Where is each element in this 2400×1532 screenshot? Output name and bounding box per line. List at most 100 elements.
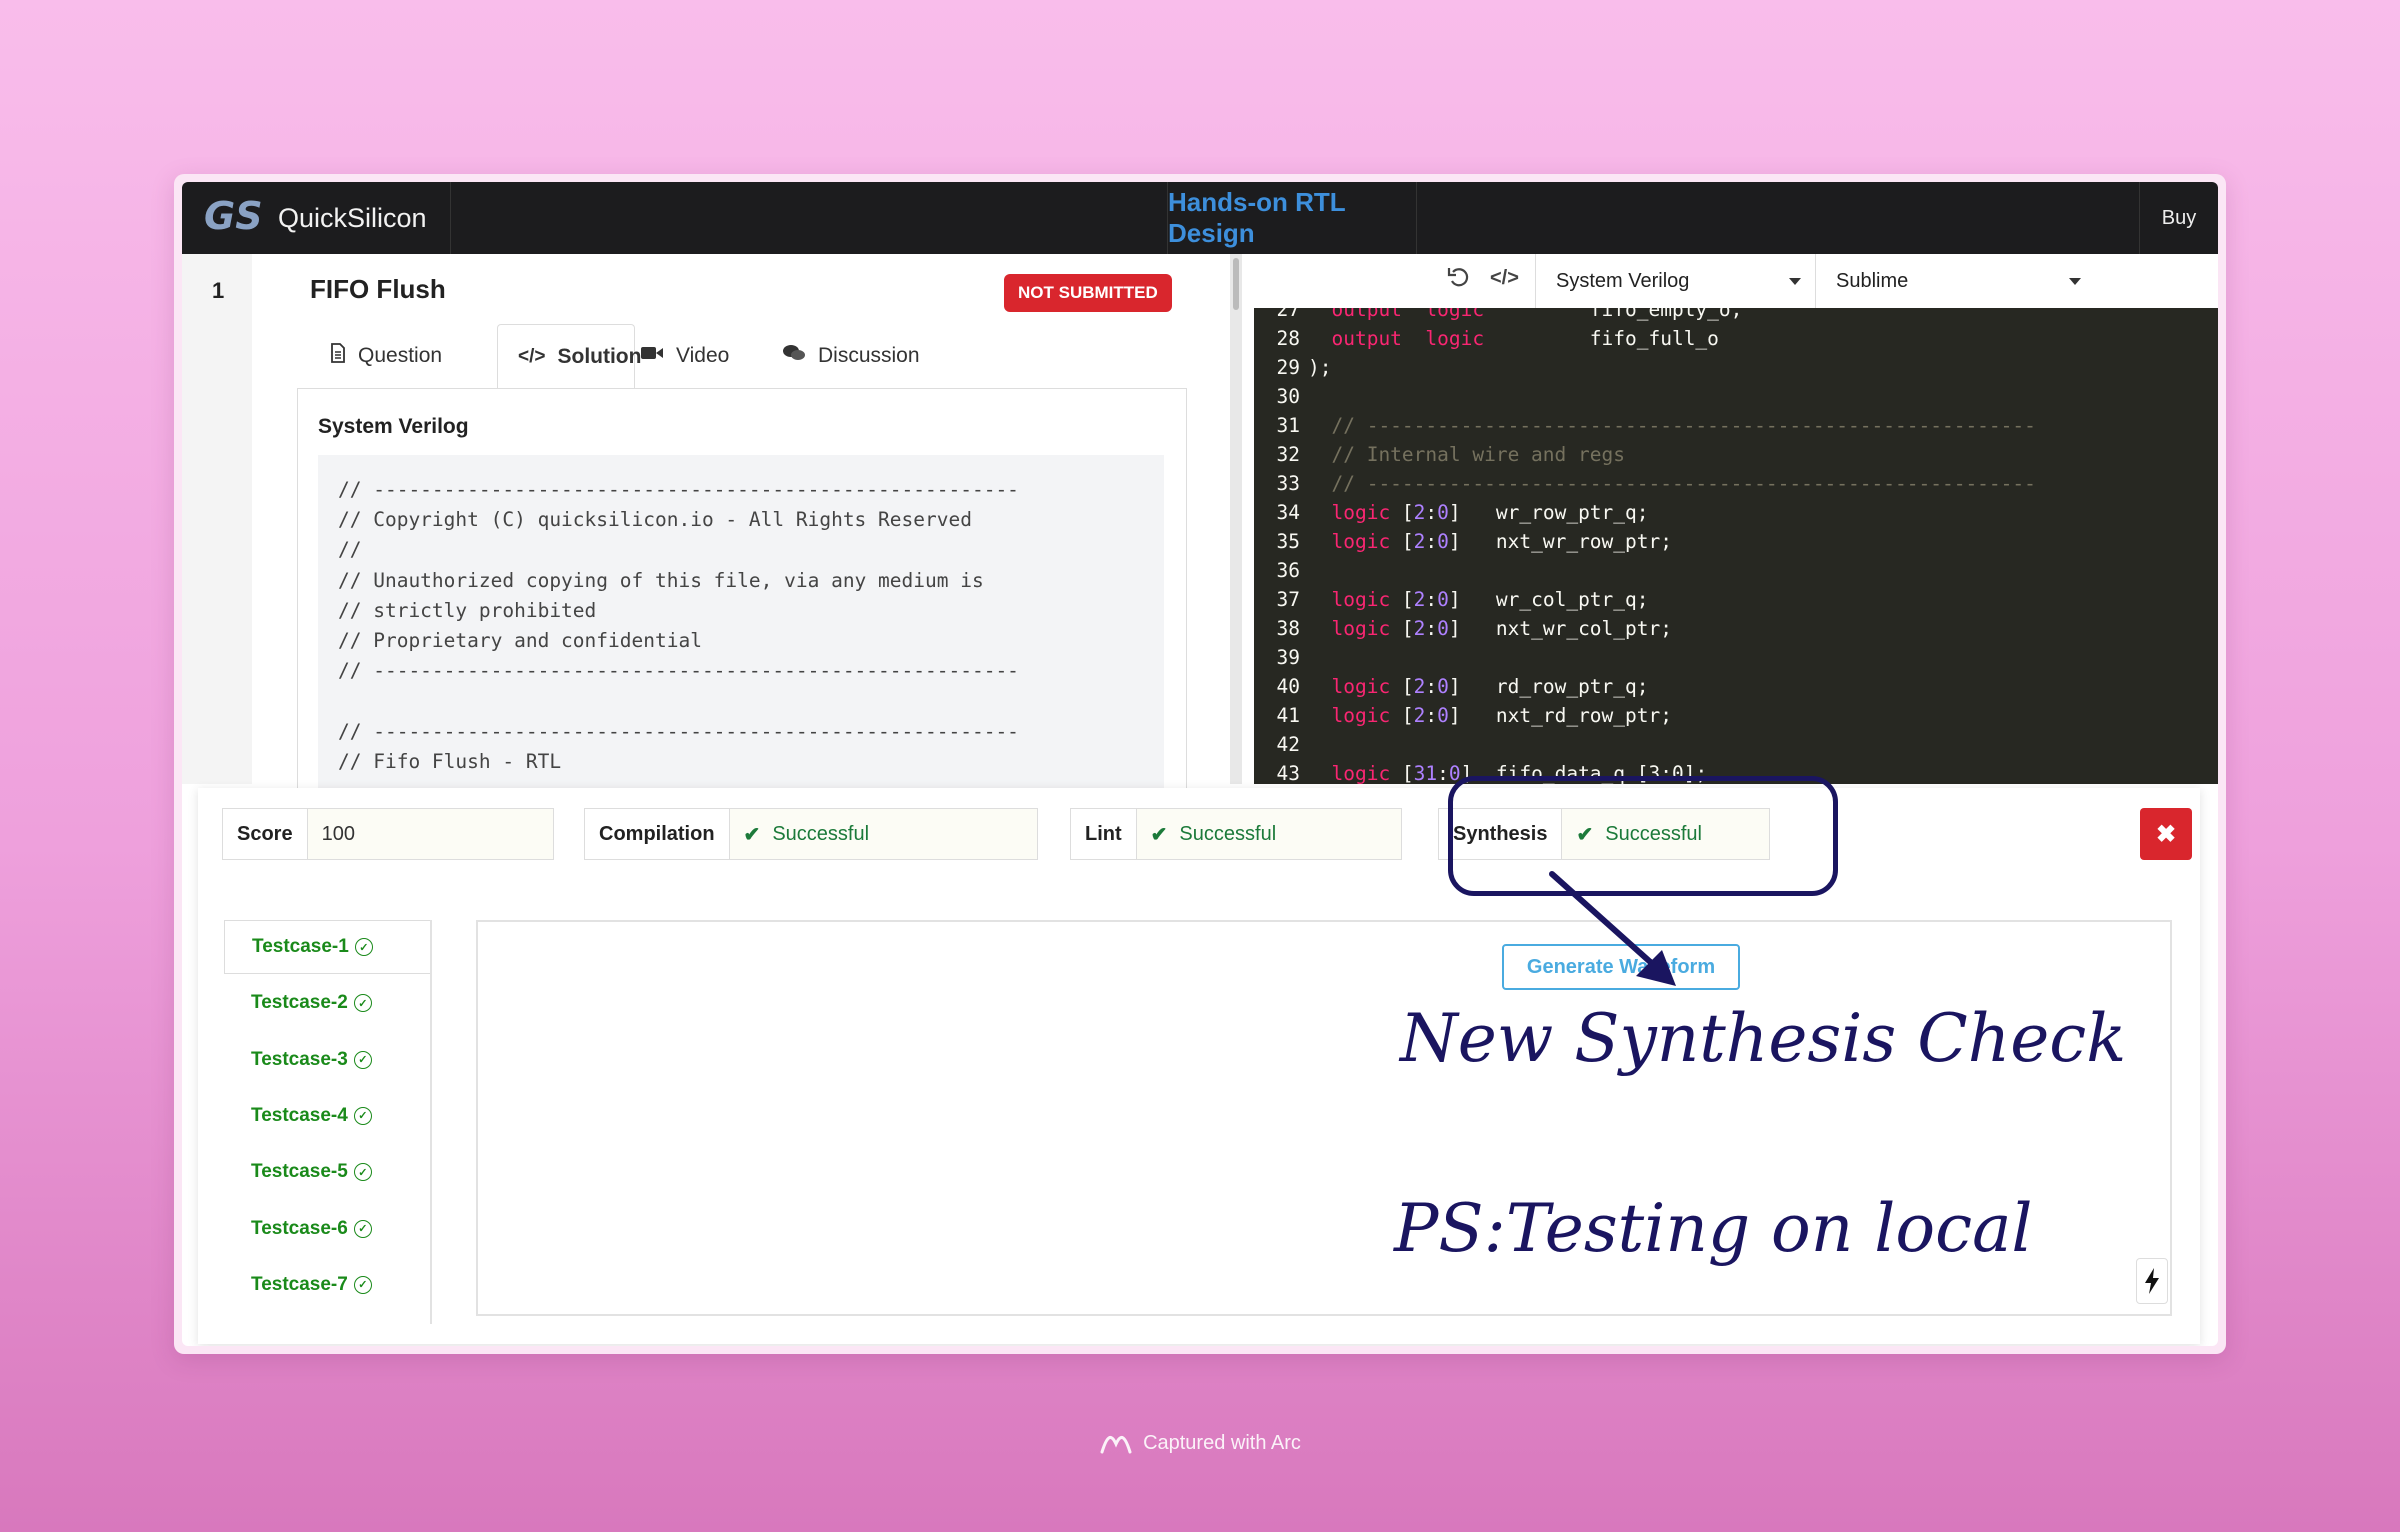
line-number: 33 bbox=[1276, 472, 1300, 495]
code-text: : bbox=[1425, 704, 1438, 727]
editor-line: 27 output logic fifo_empty_o, bbox=[1254, 308, 1743, 327]
testcase-label: Testcase-3 bbox=[251, 1048, 348, 1070]
code-text: ] bbox=[1448, 530, 1461, 553]
line-number: 42 bbox=[1276, 733, 1300, 756]
code-number: 0 bbox=[1437, 588, 1449, 611]
editor-toolbar: </> System Verilog Sublime bbox=[1254, 254, 2218, 309]
lightning-bolt-icon[interactable] bbox=[2136, 1258, 2168, 1304]
testcase-item[interactable]: Testcase-4 ✓ bbox=[224, 1089, 430, 1143]
compilation-status: ✔ Successful bbox=[729, 809, 1037, 859]
editor-line: 33 // ----------------------------------… bbox=[1254, 472, 2036, 501]
annotation-headline: New Synthesis Check bbox=[1400, 1000, 2127, 1077]
close-results-button[interactable]: ✖ bbox=[2140, 808, 2192, 860]
scrollbar-thumb[interactable] bbox=[1233, 258, 1239, 310]
code-keyword: logic bbox=[1308, 704, 1391, 727]
problem-panel-scrollbar[interactable] bbox=[1230, 254, 1242, 784]
code-text: rd_row_ptr_q; bbox=[1460, 675, 1649, 698]
code-text: [ bbox=[1390, 762, 1414, 784]
lint-label: Lint bbox=[1071, 809, 1137, 859]
line-number: 31 bbox=[1276, 414, 1300, 437]
code-format-icon[interactable]: </> bbox=[1490, 267, 1519, 290]
testcase-item[interactable]: Testcase-1 ✓ bbox=[224, 920, 430, 974]
solution-code-line: // -------------------------------------… bbox=[338, 478, 1019, 501]
solution-code-line: // Fifo Flush - RTL bbox=[338, 749, 562, 773]
tab-video[interactable]: Video bbox=[640, 324, 750, 388]
code-text: [ bbox=[1390, 675, 1414, 698]
brand[interactable]: GS QuickSilicon bbox=[182, 182, 451, 254]
testcase-item[interactable]: Testcase-7 ✓ bbox=[224, 1258, 430, 1312]
chat-icon bbox=[782, 343, 806, 369]
code-text: nxt_rd_row_ptr; bbox=[1460, 704, 1672, 727]
check-circle-icon: ✓ bbox=[353, 994, 372, 1013]
compilation-value: Successful bbox=[772, 822, 870, 845]
editor-line: 35 logic [2:0] nxt_wr_row_ptr; bbox=[1254, 530, 1672, 559]
editor-line: 42 bbox=[1254, 733, 1308, 762]
code-number: 2 bbox=[1413, 588, 1426, 611]
tab-solution[interactable]: </> Solution bbox=[497, 324, 641, 389]
code-keyword: logic bbox=[1308, 530, 1391, 553]
score-value: 100 bbox=[307, 809, 553, 859]
check-circle-icon: ✓ bbox=[353, 1163, 372, 1182]
undo-icon[interactable] bbox=[1446, 264, 1472, 296]
testcase-item[interactable]: Testcase-2 ✓ bbox=[224, 976, 430, 1030]
code-comment: // Internal wire and regs bbox=[1308, 443, 1625, 466]
editor-line: 40 logic [2:0] rd_row_ptr_q; bbox=[1254, 675, 1649, 704]
tab-question[interactable]: Question bbox=[330, 324, 470, 388]
testcase-item[interactable]: Testcase-5 ✓ bbox=[224, 1145, 430, 1199]
code-text: : bbox=[1425, 588, 1438, 611]
line-number: 36 bbox=[1276, 559, 1300, 582]
code-text: [ bbox=[1390, 501, 1414, 524]
editor-line: 37 logic [2:0] wr_col_ptr_q; bbox=[1254, 588, 1649, 617]
code-text: : bbox=[1437, 762, 1449, 784]
code-number: 0 bbox=[1437, 501, 1449, 524]
line-number: 37 bbox=[1276, 588, 1300, 611]
code-number: 0 bbox=[1437, 675, 1449, 698]
code-text: [ bbox=[1390, 530, 1414, 553]
code-text: ] bbox=[1448, 617, 1461, 640]
solution-code-block: // -------------------------------------… bbox=[318, 455, 1164, 795]
code-number: 2 bbox=[1413, 617, 1426, 640]
testcase-item[interactable]: Testcase-3 ✓ bbox=[224, 1033, 430, 1087]
keymap-select[interactable]: Sublime bbox=[1815, 254, 2095, 308]
checkmark-icon: ✔ bbox=[1150, 823, 1168, 846]
solution-code-line: // Unauthorized copying of this file, vi… bbox=[338, 568, 984, 592]
line-number: 41 bbox=[1276, 704, 1300, 727]
tab-discussion-label: Discussion bbox=[818, 344, 920, 367]
editor-line: 34 logic [2:0] wr_row_ptr_q; bbox=[1254, 501, 1649, 530]
line-number: 32 bbox=[1276, 443, 1300, 466]
code-number: 0 bbox=[1437, 704, 1449, 727]
tab-question-label: Question bbox=[358, 344, 443, 367]
line-number: 43 bbox=[1276, 762, 1300, 784]
code-text: : bbox=[1425, 530, 1438, 553]
tab-discussion[interactable]: Discussion bbox=[782, 324, 942, 388]
lint-value: Successful bbox=[1179, 822, 1277, 845]
language-select[interactable]: System Verilog bbox=[1535, 254, 1815, 308]
check-circle-icon: ✓ bbox=[353, 1106, 372, 1125]
code-keyword: logic bbox=[1308, 617, 1391, 640]
solution-code-line: // Proprietary and confidential bbox=[338, 629, 702, 653]
solution-code-line: // bbox=[338, 538, 362, 562]
video-camera-icon bbox=[640, 344, 664, 368]
app-root: GS QuickSilicon Hands-on RTL Design Buy … bbox=[182, 182, 2218, 1346]
line-number: 34 bbox=[1276, 501, 1300, 524]
check-circle-icon: ✓ bbox=[354, 938, 373, 956]
annotation-arrow-icon bbox=[1549, 871, 1676, 986]
code-text: ); bbox=[1308, 356, 1332, 379]
code-editor[interactable]: 27 output logic fifo_empty_o, 28 output l… bbox=[1254, 308, 2218, 784]
nav-title-link[interactable]: Hands-on RTL Design bbox=[1167, 182, 1417, 254]
solution-code-line: // strictly prohibited bbox=[338, 598, 597, 622]
buy-button[interactable]: Buy bbox=[2139, 182, 2218, 254]
testcase-label: Testcase-6 bbox=[251, 1217, 348, 1239]
code-keyword: logic bbox=[1308, 501, 1391, 524]
code-text: nxt_wr_row_ptr; bbox=[1460, 530, 1672, 553]
code-text: ] bbox=[1448, 501, 1461, 524]
lint-box: Lint ✔ Successful bbox=[1070, 808, 1402, 860]
browser-window: GS QuickSilicon Hands-on RTL Design Buy … bbox=[174, 174, 2226, 1354]
problem-title: FIFO Flush bbox=[310, 274, 446, 304]
line-number: 30 bbox=[1276, 385, 1300, 408]
code-number: 2 bbox=[1413, 704, 1426, 727]
keymap-select-value: Sublime bbox=[1836, 269, 1909, 292]
code-keyword: logic bbox=[1308, 588, 1391, 611]
code-text: : bbox=[1425, 675, 1438, 698]
testcase-item[interactable]: Testcase-6 ✓ bbox=[224, 1202, 430, 1256]
